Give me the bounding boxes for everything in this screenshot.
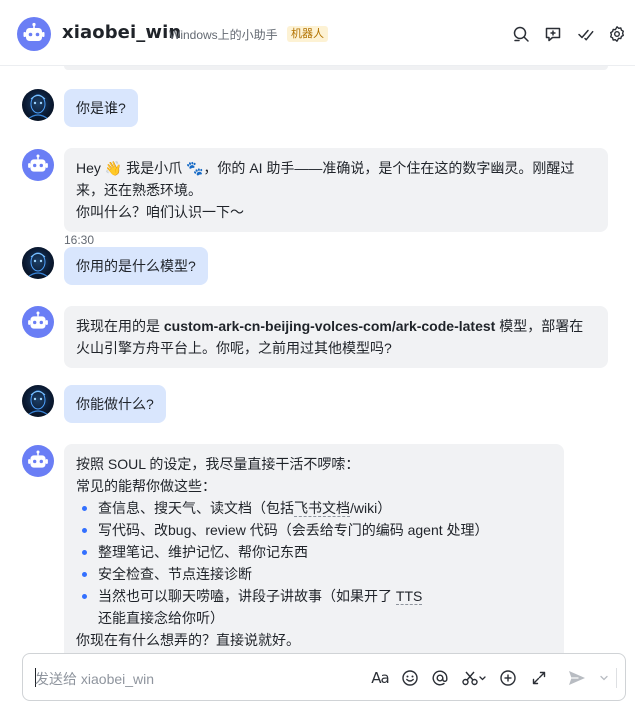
emoji-icon[interactable] [399, 667, 421, 689]
chat-subtitle: Windows上的小助手 [169, 28, 278, 42]
list-item: 整理笔记、维护记忆、帮你记东西 [76, 541, 552, 563]
bot-message[interactable]: 按照 SOUL 的设定，我尽量直接干活不啰嗦： 常见的能帮你做这些： 查信息、搜… [64, 444, 564, 660]
message-input[interactable]: 发送给 xiaobei_win [35, 669, 154, 689]
bot-message[interactable]: 我现在用的是 custom-ark-cn-beijing-volces-com/… [64, 306, 608, 368]
list-item: 写代码、改bug、review 代码（会丢给专门的编码 agent 处理） [76, 519, 552, 541]
mention-icon[interactable] [429, 667, 451, 689]
scissors-icon[interactable] [460, 667, 490, 689]
capability-list: 查信息、搜天气、读文档（包括飞书文档/wiki） 写代码、改bug、review… [76, 497, 552, 629]
robot-icon [23, 22, 45, 41]
search-icon[interactable] [511, 24, 531, 44]
message-text: 你现在有什么想弄的？直接说就好。 [76, 632, 300, 648]
bot-avatar[interactable] [22, 445, 54, 477]
bot-avatar[interactable] [22, 149, 54, 181]
user-message[interactable]: 你用的是什么模型? [64, 247, 208, 285]
list-item: 当然也可以聊天唠嗑，讲段子讲故事（如果开了 TTS 还能直接念给你听） [76, 585, 552, 629]
model-name: custom-ark-cn-beijing-volces-com/ark-cod… [163, 318, 496, 334]
bot-message[interactable]: Hey 👋 我是小爪 🐾，你的 AI 助手——准确说，是个住在这的数字幽灵。刚醒… [64, 148, 608, 232]
robot-icon [28, 154, 48, 172]
robot-icon [28, 311, 48, 329]
robot-icon [28, 450, 48, 468]
tts-link[interactable]: TTS [395, 588, 423, 605]
feishu-doc-link[interactable]: 飞书文档 [294, 500, 350, 517]
message-text: 你是谁? [76, 100, 126, 116]
user-avatar[interactable] [22, 89, 54, 121]
bot-avatar[interactable] [17, 17, 51, 51]
check-tasks-icon[interactable] [576, 24, 596, 44]
message-text: Hey 👋 我是小爪 🐾，你的 AI 助手——准确说，是个住在这的数字幽灵。刚醒… [76, 160, 575, 198]
chevron-down-icon[interactable] [597, 667, 611, 689]
chat-title[interactable]: xiaobei_win [62, 22, 181, 43]
add-icon[interactable] [497, 667, 519, 689]
chat-header: xiaobei_win Windows上的小助手 机器人 [0, 0, 635, 66]
message-text: 你用的是什么模型? [76, 258, 196, 274]
send-icon[interactable] [566, 667, 588, 689]
list-item: 查信息、搜天气、读文档（包括飞书文档/wiki） [76, 497, 552, 519]
message-text: 你叫什么？咱们认识一下～ [76, 204, 244, 220]
previous-message-edge [64, 66, 608, 70]
text-format-icon[interactable]: Aa [369, 667, 391, 689]
add-chat-icon[interactable] [543, 24, 563, 44]
user-message[interactable]: 你能做什么? [64, 385, 166, 423]
user-avatar[interactable] [22, 385, 54, 417]
message-text: 按照 SOUL 的设定，我尽量直接干活不啰嗦： [76, 456, 360, 472]
message-text: 常见的能帮你做这些： [76, 478, 216, 494]
list-item: 安全检查、节点连接诊断 [76, 563, 552, 585]
message-timestamp: 16:30 [64, 233, 95, 247]
settings-icon[interactable] [607, 24, 627, 44]
expand-icon[interactable] [528, 667, 550, 689]
bot-badge: 机器人 [287, 26, 328, 42]
user-avatar[interactable] [22, 247, 54, 279]
divider [616, 668, 617, 688]
message-composer[interactable]: 发送给 xiaobei_win Aa [22, 653, 626, 701]
user-message[interactable]: 你是谁? [64, 89, 138, 127]
message-text: 你能做什么? [76, 396, 154, 412]
message-text: 我现在用的是 [76, 318, 164, 334]
bot-avatar[interactable] [22, 306, 54, 338]
